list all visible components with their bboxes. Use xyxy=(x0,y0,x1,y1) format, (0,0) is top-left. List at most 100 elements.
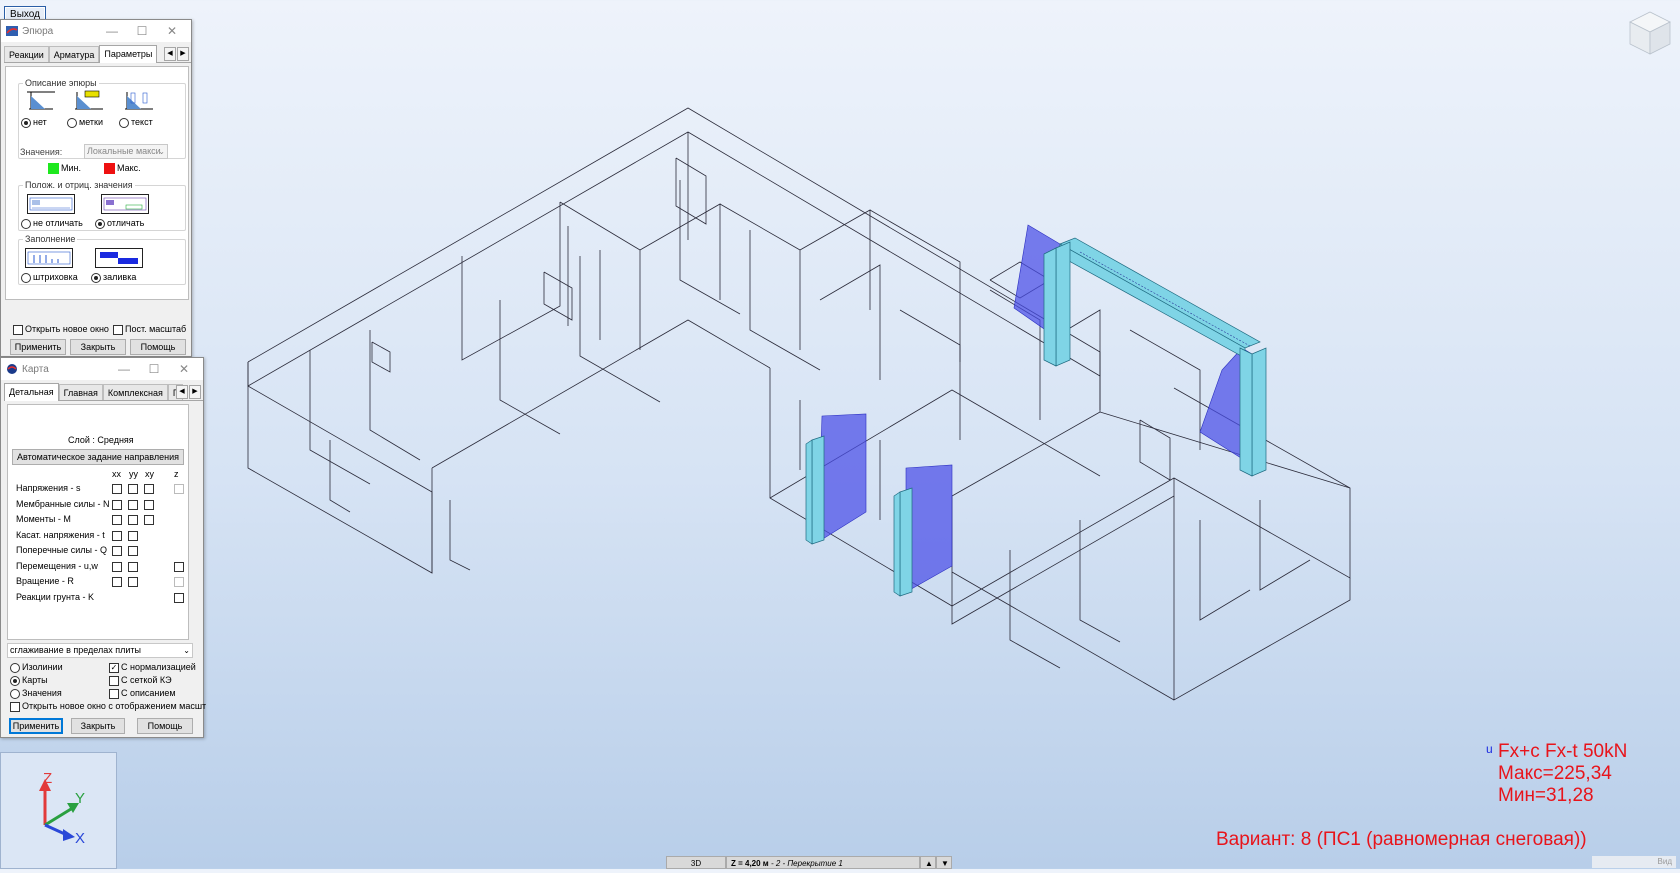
close-button[interactable]: Закрыть xyxy=(70,339,126,355)
radio-solid-fill[interactable]: заливка xyxy=(91,272,136,283)
close-icon[interactable]: ✕ xyxy=(157,20,187,42)
result-symbol: u xyxy=(1486,742,1493,756)
map-cell-checkbox[interactable] xyxy=(112,530,122,541)
col-yy: yy xyxy=(129,469,138,479)
map-row-label: Касат. напряжения - t xyxy=(16,529,105,540)
fe-grid-checkbox[interactable]: С сеткой КЭ xyxy=(109,675,172,686)
radio-labels[interactable]: метки xyxy=(67,117,103,128)
model-viewport[interactable] xyxy=(0,0,1680,869)
level-selector[interactable]: Z = 4,20 м - 2 - Перекрытие 1 xyxy=(726,856,920,869)
map-cell-checkbox[interactable] xyxy=(112,561,122,572)
view-mode[interactable]: 3D xyxy=(666,856,726,869)
map-cell-checkbox[interactable] xyxy=(174,561,184,572)
smoothing-dropdown[interactable]: сглаживание в пределах плиты ⌄ xyxy=(7,643,193,658)
sign-group-label: Полож. и отриц. значения xyxy=(23,180,135,190)
axis-x-label: X xyxy=(75,830,85,847)
radio-text[interactable]: текст xyxy=(119,117,153,128)
map-cell-checkbox[interactable] xyxy=(174,577,184,587)
tab-parameters[interactable]: Параметры xyxy=(99,45,158,63)
min-color-item[interactable]: Мин. xyxy=(48,163,81,175)
apply-button[interactable]: Применить xyxy=(9,718,63,734)
open-new-window-scale-checkbox[interactable]: Открыть новое окно с отображением масшт xyxy=(10,701,206,712)
close-button[interactable]: Закрыть xyxy=(71,718,125,734)
status-bar: 3D Z = 4,20 м - 2 - Перекрытие 1 ▲ ▼ xyxy=(666,856,952,869)
map-cell-checkbox[interactable] xyxy=(128,577,138,587)
map-cell-checkbox[interactable] xyxy=(128,530,138,541)
tab-scroll-left-icon[interactable]: ◀ xyxy=(164,47,176,61)
tab-reactions[interactable]: Реакции xyxy=(4,46,49,62)
map-cell-checkbox[interactable] xyxy=(128,546,138,556)
values-label: Значения: xyxy=(20,147,63,157)
layer-label: Слой : Средняя xyxy=(68,435,134,445)
radio-isolines[interactable]: Изолинии xyxy=(10,662,63,673)
map-cell-checkbox[interactable] xyxy=(128,515,138,525)
open-new-window-checkbox[interactable]: Открыть новое окно xyxy=(13,324,109,335)
map-row-label: Реакции грунта - K xyxy=(16,591,94,602)
diagram-labels-icon xyxy=(75,90,103,110)
diagram-none-icon xyxy=(27,91,55,110)
map-window: Карта — ☐ ✕ Детальная Главная Комплексна… xyxy=(0,357,206,738)
map-titlebar[interactable]: Карта — ☐ ✕ xyxy=(1,358,203,380)
apply-button[interactable]: Применить xyxy=(10,339,66,355)
view-label: Вид xyxy=(1592,856,1676,868)
map-cell-checkbox[interactable] xyxy=(174,484,184,494)
minimize-icon[interactable]: — xyxy=(109,358,139,380)
radio-hatching[interactable]: штриховка xyxy=(21,272,78,283)
tab-reinforcement[interactable]: Арматура xyxy=(48,46,100,62)
help-button[interactable]: Помощь xyxy=(130,339,186,355)
map-cell-checkbox[interactable] xyxy=(112,577,122,587)
level-down-icon[interactable]: ▼ xyxy=(936,856,952,869)
level-up-icon[interactable]: ▲ xyxy=(920,856,936,869)
description-checkbox[interactable]: С описанием xyxy=(109,688,176,699)
tab-scroll-right-icon[interactable]: ▶ xyxy=(189,385,201,399)
map-cell-checkbox[interactable] xyxy=(128,561,138,572)
epure-titlebar[interactable]: Эпюра — ☐ ✕ xyxy=(1,20,191,42)
radio-none[interactable]: нет xyxy=(21,117,47,128)
map-tabs: Детальная Главная Комплексная Г ◀ ▶ xyxy=(4,383,203,401)
map-cell-checkbox[interactable] xyxy=(144,484,154,494)
minimize-icon[interactable]: — xyxy=(97,20,127,42)
radio-no-distinguish[interactable]: не отличать xyxy=(21,218,83,229)
result-line-3: Мин=31,28 xyxy=(1498,785,1594,806)
map-cell-checkbox[interactable] xyxy=(112,546,122,556)
epure-window: Эпюра — ☐ ✕ Реакции Арматура Параметры ◀… xyxy=(0,19,192,357)
close-icon[interactable]: ✕ xyxy=(169,358,199,380)
app-logo-icon xyxy=(6,26,18,36)
navigation-cube[interactable] xyxy=(1628,10,1672,56)
result-line-2: Макс=225,34 xyxy=(1498,763,1612,784)
col-xy: xy xyxy=(145,469,154,479)
normalization-checkbox[interactable]: ✓ С нормализацией xyxy=(109,662,196,673)
epure-tabs: Реакции Арматура Параметры ◀ ▶ xyxy=(4,45,191,63)
map-cell-checkbox[interactable] xyxy=(112,484,122,494)
fill-group-label: Заполнение xyxy=(23,234,78,244)
parameters-panel: Описание эпюры нет метки текст Значения:… xyxy=(5,66,189,300)
tab-complex[interactable]: Комплексная xyxy=(102,384,168,400)
no-distinguish-icon xyxy=(27,194,75,214)
diagram-text-icon xyxy=(125,92,153,110)
map-cell-checkbox[interactable] xyxy=(112,499,122,510)
auto-direction-button[interactable]: Автоматическое задание направления xyxy=(12,449,184,465)
map-cell-checkbox[interactable] xyxy=(128,484,138,494)
values-dropdown[interactable]: Локальные макси ⌄ xyxy=(84,144,168,159)
const-scale-checkbox[interactable]: Пост. масштаб xyxy=(113,324,186,335)
map-cell-checkbox[interactable] xyxy=(128,499,138,510)
map-cell-checkbox[interactable] xyxy=(144,499,154,510)
tab-main[interactable]: Главная xyxy=(58,384,103,400)
maximize-icon[interactable]: ☐ xyxy=(127,20,157,42)
radio-values[interactable]: Значения xyxy=(10,688,62,699)
map-cell-checkbox[interactable] xyxy=(144,515,154,525)
help-button[interactable]: Помощь xyxy=(137,718,193,734)
map-row-label: Мембранные силы - N xyxy=(16,498,110,509)
tab-scroll-left-icon[interactable]: ◀ xyxy=(176,385,188,399)
maximize-icon[interactable]: ☐ xyxy=(139,358,169,380)
map-cell-checkbox[interactable] xyxy=(174,592,184,603)
radio-distinguish[interactable]: отличать xyxy=(95,218,144,229)
radio-maps[interactable]: Карты xyxy=(10,675,48,686)
map-cell-checkbox[interactable] xyxy=(112,515,122,525)
window-title: Карта xyxy=(22,363,49,375)
tab-detailed[interactable]: Детальная xyxy=(4,383,59,401)
tab-scroll-right-icon[interactable]: ▶ xyxy=(177,47,189,61)
col-xx: xx xyxy=(112,469,121,479)
max-color-item[interactable]: Макс. xyxy=(104,163,141,175)
axis-y-label: Y xyxy=(75,790,85,807)
